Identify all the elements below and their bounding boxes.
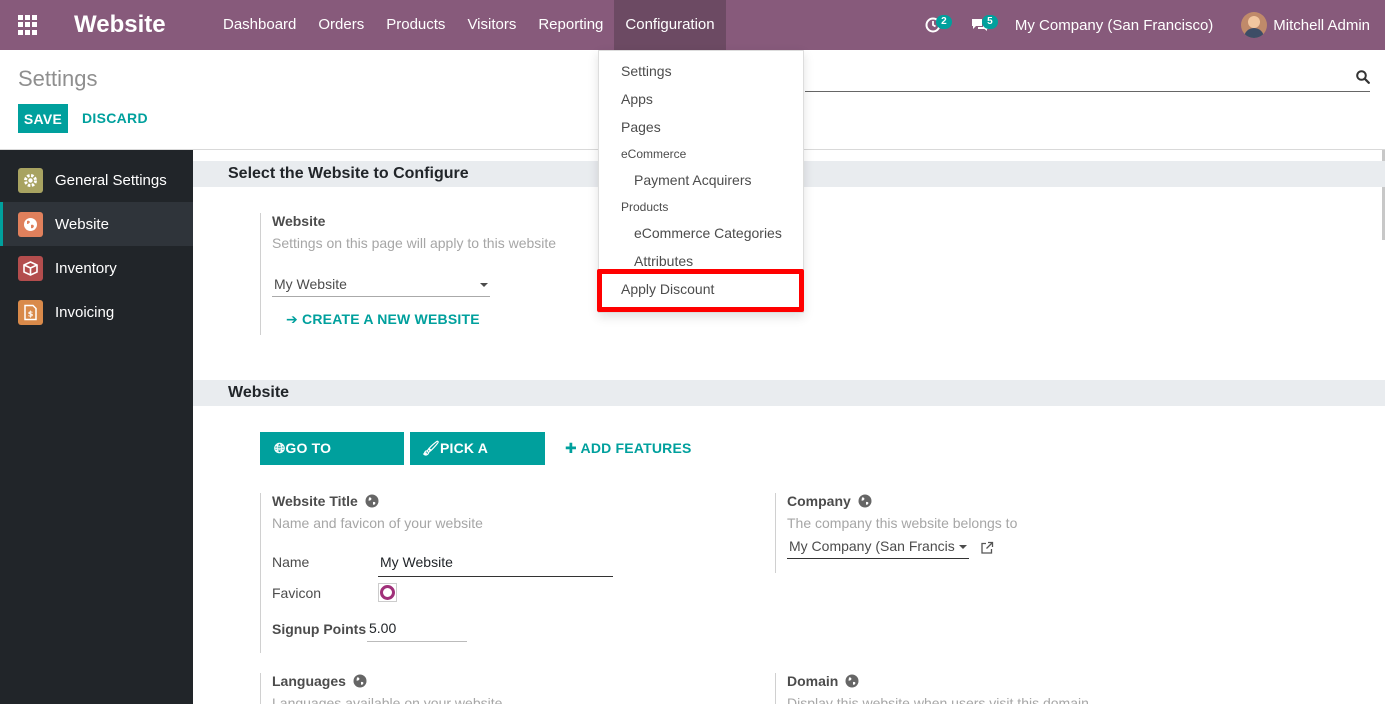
avatar — [1241, 12, 1268, 38]
company-setting: Company The company this website belongs… — [775, 493, 1175, 573]
section-title-website: Website — [193, 380, 1385, 406]
user-name: Mitchell Admin — [1273, 16, 1370, 34]
systray: 2 5 My Company (San Francisco) Mitchell … — [923, 0, 1385, 50]
dropdown-item-pages[interactable]: Pages — [621, 119, 661, 135]
website-title-help: Name and favicon of your website — [272, 515, 483, 531]
company-select-value: My Company (San Francis — [789, 538, 955, 554]
website-select-value: My Website — [274, 276, 347, 292]
messages-button[interactable]: 5 — [969, 11, 998, 39]
globe-icon — [353, 674, 367, 688]
sidebar-item-general-settings[interactable]: General Settings — [0, 158, 193, 202]
paint-brush-icon: 🖌︎ — [422, 440, 440, 456]
caret-down-icon — [480, 283, 488, 287]
app-title: Website — [74, 11, 166, 38]
caret-down-icon — [959, 545, 967, 549]
add-features-link[interactable]: ✚ ADD FEATURES — [565, 440, 692, 457]
dropdown-header-ecommerce: eCommerce — [621, 147, 687, 161]
menu-reporting[interactable]: Reporting — [527, 0, 614, 50]
configuration-dropdown: Settings Apps Pages eCommerce Payment Ac… — [598, 50, 804, 313]
globe-icon — [18, 211, 43, 237]
signup-points-label: Signup Points — [272, 621, 367, 637]
svg-text:$: $ — [28, 309, 34, 318]
settings-sidebar: General Settings Website Inventory $ Inv… — [0, 150, 193, 704]
globe-icon — [858, 494, 872, 508]
sidebar-item-inventory[interactable]: Inventory — [0, 246, 193, 290]
invoice-icon: $ — [18, 299, 43, 325]
menu-products[interactable]: Products — [375, 0, 456, 50]
pick-theme-button[interactable]: 🖌︎PICK A THEME — [410, 432, 545, 489]
sidebar-item-label: General Settings — [55, 171, 167, 189]
search-bar — [805, 66, 1370, 92]
sidebar-item-label: Inventory — [55, 259, 117, 277]
languages-label: Languages — [272, 673, 660, 689]
add-features-label: ADD FEATURES — [580, 440, 692, 456]
favicon-image[interactable] — [378, 583, 397, 602]
dropdown-header-products: Products — [621, 200, 669, 214]
sidebar-item-website[interactable]: Website — [0, 202, 193, 246]
sidebar-item-label: Invoicing — [55, 303, 115, 321]
dropdown-item-apps[interactable]: Apps — [621, 91, 653, 107]
company-label: Company — [787, 493, 1175, 509]
save-button[interactable]: SAVE — [18, 104, 68, 133]
company-switcher[interactable]: My Company (San Francisco) — [1015, 17, 1213, 34]
domain-setting: Domain Display this website when users v… — [775, 673, 1175, 704]
dropdown-item-ecommerce-categories[interactable]: eCommerce Categories — [634, 225, 782, 241]
dropdown-item-apply-discount[interactable]: Apply Discount — [621, 281, 714, 297]
favicon-logo-icon — [380, 585, 395, 600]
languages-setting: Languages Languages available on your we… — [260, 673, 660, 704]
domain-label: Domain — [787, 673, 1175, 689]
languages-help: Languages available on your website — [272, 695, 503, 704]
box-icon — [18, 255, 43, 281]
activities-count-badge: 2 — [935, 15, 952, 29]
user-menu[interactable]: Mitchell Admin — [1241, 12, 1370, 38]
website-title-label: Website Title — [272, 493, 660, 509]
company-help: The company this website belongs to — [787, 515, 1018, 531]
favicon-label: Favicon — [272, 585, 322, 601]
apps-menu-icon[interactable] — [18, 15, 38, 35]
dropdown-item-settings[interactable]: Settings — [621, 63, 672, 79]
messages-count-badge: 5 — [981, 15, 998, 29]
domain-help: Display this website when users visit th… — [787, 695, 1089, 704]
globe-icon: 🌐︎ — [274, 440, 286, 456]
create-new-website-label: CREATE A NEW WEBSITE — [302, 311, 480, 327]
menu-dashboard[interactable]: Dashboard — [212, 0, 307, 50]
go-to-website-button[interactable]: 🌐︎GO TO WEBSITE — [260, 432, 404, 489]
discard-button[interactable]: DISCARD — [82, 104, 148, 133]
website-select[interactable]: My Website — [272, 273, 490, 297]
name-label: Name — [272, 554, 310, 570]
menu-configuration[interactable]: Configuration — [614, 0, 726, 50]
dropdown-item-attributes[interactable]: Attributes — [634, 253, 693, 269]
globe-icon — [365, 494, 379, 508]
company-select[interactable]: My Company (San Francis — [787, 535, 969, 559]
signup-points-input[interactable]: 5.00 — [367, 620, 467, 642]
search-input[interactable] — [805, 66, 1345, 90]
website-name-input[interactable]: My Website — [378, 554, 613, 577]
sidebar-item-invoicing[interactable]: $ Invoicing — [0, 290, 193, 334]
globe-icon — [845, 674, 859, 688]
top-navbar: Website Dashboard Orders Products Visito… — [0, 0, 1385, 50]
external-link-icon[interactable] — [980, 541, 994, 555]
dropdown-item-payment-acquirers[interactable]: Payment Acquirers — [634, 172, 752, 188]
breadcrumb: Settings — [18, 66, 98, 91]
arrow-right-icon: ➔ — [286, 311, 298, 327]
plus-icon: ✚ — [565, 440, 577, 456]
sidebar-item-label: Website — [55, 215, 109, 233]
gear-icon — [18, 167, 43, 193]
search-icon[interactable] — [1356, 70, 1370, 84]
create-new-website-link[interactable]: ➔ CREATE A NEW WEBSITE — [286, 311, 480, 328]
main-menu: Dashboard Orders Products Visitors Repor… — [212, 0, 726, 50]
menu-orders[interactable]: Orders — [307, 0, 375, 50]
menu-visitors[interactable]: Visitors — [456, 0, 527, 50]
activities-button[interactable]: 2 — [923, 11, 952, 39]
